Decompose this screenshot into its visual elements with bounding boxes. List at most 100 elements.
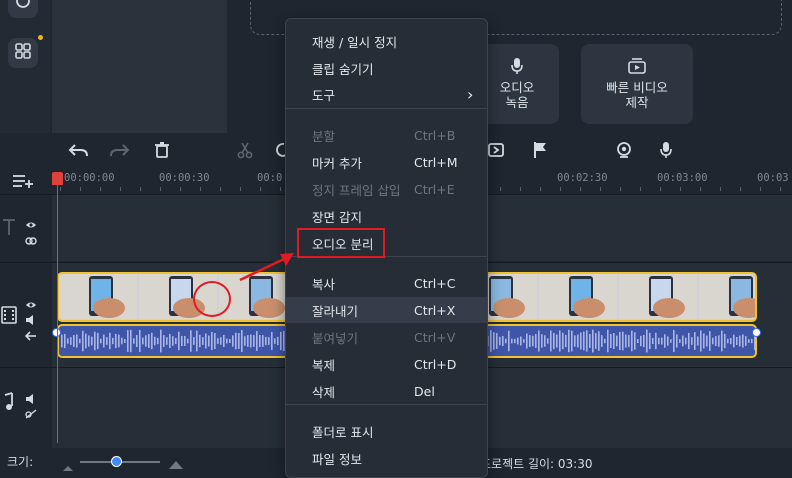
clip-end-handle[interactable] [752, 328, 761, 337]
film-icon [1, 306, 17, 328]
rail-button-grid[interactable] [8, 38, 38, 68]
menu-item[interactable]: 재생 / 일시 정지 [286, 28, 487, 54]
menu-item-label: 잘라내기 [312, 303, 359, 319]
waveform-bar [163, 335, 165, 347]
menu-item[interactable]: 도구 › [286, 81, 487, 107]
waveform-bar [97, 332, 99, 350]
waveform-bar [106, 337, 108, 345]
waveform-bar [637, 338, 639, 344]
redo-button[interactable] [108, 141, 132, 163]
waveform-bar [109, 332, 111, 350]
link-icon[interactable] [25, 231, 37, 250]
waveform-bar [229, 339, 231, 343]
waveform-bar [166, 337, 168, 345]
waveform-bar [640, 335, 642, 347]
waveform-bar [565, 334, 567, 348]
waveform-bar [568, 329, 570, 353]
waveform-bar [94, 331, 96, 351]
webcam-button[interactable] [612, 141, 636, 163]
highlight-box [297, 228, 385, 258]
menu-item[interactable]: 분할 Ctrl+B [286, 122, 487, 148]
menu-item-label: 붙여넣기 [312, 330, 359, 346]
project-length: 프로젝트 길이: 03:30 [480, 457, 593, 471]
waveform-bar [571, 330, 573, 352]
waveform-bar [709, 331, 711, 351]
menu-item-label: 분할 [312, 128, 336, 144]
menu-item[interactable]: 장면 감지 [286, 203, 487, 229]
arrow-left-icon[interactable] [24, 326, 37, 345]
waveform-bar [730, 337, 732, 345]
zoom-in-icon[interactable] [168, 455, 184, 474]
menu-item-label: 폴더로 표시 [312, 424, 374, 440]
add-track-button[interactable] [12, 173, 34, 193]
menu-item-shortcut: Ctrl+M [414, 154, 458, 170]
waveform-bar [256, 331, 258, 351]
waveform-bar [61, 334, 63, 348]
waveform-bar [736, 336, 738, 346]
waveform-bar [490, 330, 492, 352]
ruler-tick [600, 187, 601, 191]
ruler-tick [620, 187, 621, 191]
ruler-tick [100, 187, 101, 191]
notification-dot [38, 35, 43, 40]
video-thumbnail [539, 274, 617, 319]
waveform-bar [211, 331, 213, 351]
waveform-bar [238, 333, 240, 349]
waveform-bar [745, 336, 747, 346]
menu-item[interactable]: 폴더로 표시 [286, 418, 487, 444]
waveform-bar [118, 334, 120, 348]
ruler-tick [60, 187, 61, 191]
menu-item-label: 마커 추가 [312, 155, 362, 171]
waveform-bar [694, 332, 696, 350]
menu-item[interactable]: 클립 숨기기 [286, 55, 487, 81]
waveform-bar [553, 332, 555, 350]
menu-item[interactable]: 마커 추가 Ctrl+M [286, 149, 487, 175]
menu-item[interactable]: 붙여넣기 Ctrl+V [286, 324, 487, 350]
menu-item-shortcut: Ctrl+B [414, 127, 456, 143]
waveform-bar [508, 330, 510, 352]
waveform-bar [205, 333, 207, 349]
ruler-tick [760, 187, 761, 191]
menu-item[interactable]: 복사 Ctrl+C [286, 270, 487, 296]
waveform-bar [628, 335, 630, 347]
zoom-slider-thumb[interactable] [111, 456, 122, 467]
waveform-bar [529, 335, 531, 347]
video-thumbnail [619, 274, 697, 319]
ruler-tick-label: 00:03 [757, 172, 789, 184]
waveform-bar [253, 335, 255, 347]
menu-item[interactable]: 파일 정보 [286, 445, 487, 471]
menu-item[interactable]: 정지 프레임 삽입 Ctrl+E [286, 176, 487, 202]
waveform-bar [739, 335, 741, 347]
quick-video-tile[interactable]: 빠른 비디오 제작 [581, 44, 693, 124]
menu-item[interactable]: 잘라내기 Ctrl+X [286, 297, 487, 323]
waveform-bar [196, 330, 198, 352]
undo-button[interactable] [66, 141, 90, 163]
waveform-bar [718, 335, 720, 347]
voice-record-button[interactable] [654, 141, 678, 163]
menu-item[interactable]: 삭제 Del [286, 378, 487, 404]
waveform-bar [733, 334, 735, 348]
waveform-bar [610, 333, 612, 349]
menu-item-shortcut: Del [414, 383, 435, 399]
ruler-tick [660, 187, 661, 191]
waveform-bar [670, 339, 672, 343]
waveform-bar [145, 335, 147, 347]
unlink-icon[interactable] [25, 404, 37, 423]
waveform-bar [592, 329, 594, 353]
delete-button[interactable] [150, 141, 174, 163]
cut-button[interactable] [233, 141, 257, 163]
rail-button-record[interactable] [8, 0, 38, 18]
waveform-bar [607, 329, 609, 353]
ruler-tick [120, 187, 121, 191]
ruler-tick [520, 187, 521, 191]
zoom-out-icon[interactable] [62, 457, 74, 476]
waveform-bar [712, 337, 714, 345]
playhead[interactable] [57, 178, 58, 443]
menu-item-shortcut: Ctrl+V [414, 329, 456, 345]
marker-button[interactable] [528, 141, 552, 163]
menu-item[interactable]: 복제 Ctrl+D [286, 351, 487, 377]
waveform-bar [280, 331, 282, 351]
waveform-bar [85, 333, 87, 349]
waveform-bar [154, 336, 156, 346]
waveform-bar [505, 338, 507, 344]
